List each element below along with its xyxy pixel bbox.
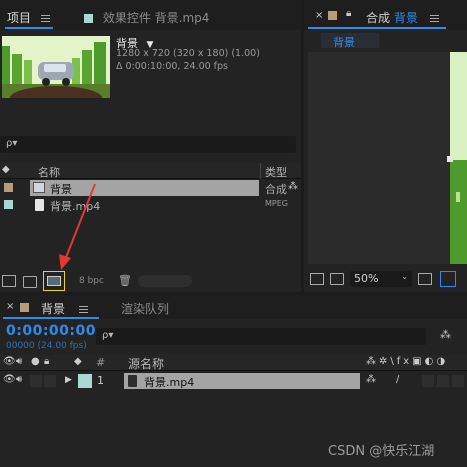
- tab-project-label: 项目: [7, 11, 32, 25]
- tab-composition-underline: [308, 27, 446, 29]
- chevron-down-icon: ⌄: [401, 272, 408, 281]
- tab-timeline[interactable]: 背景: [41, 300, 88, 317]
- expand-arrow-icon[interactable]: ▶: [65, 375, 72, 385]
- new-composition-button-highlight[interactable]: [43, 271, 65, 291]
- comp-bottom-toolbar: 50% ⌄: [304, 266, 467, 292]
- preview-dimensions: 1280 x 720 (320 x 180) (1.00): [116, 48, 260, 59]
- search-icon: ρ▾: [6, 138, 18, 149]
- tab-composition-prefix: 合成: [366, 11, 391, 25]
- close-icon[interactable]: ×: [6, 301, 14, 312]
- audio-icon[interactable]: 🔊︎: [16, 374, 22, 385]
- trash-icon[interactable]: 🗑: [118, 274, 132, 287]
- layer-label-color[interactable]: [78, 374, 92, 388]
- current-timecode[interactable]: 0:00:00:00: [6, 323, 96, 339]
- footage-color-icon: [84, 14, 93, 23]
- viewer-building: [450, 160, 467, 264]
- column-type[interactable]: 类型: [265, 164, 287, 180]
- label-tag-icon[interactable]: ◆: [74, 356, 82, 367]
- new-folder-icon[interactable]: [23, 276, 37, 288]
- lock-icon[interactable]: 🔒︎: [44, 356, 49, 367]
- viewer-building: [456, 192, 460, 202]
- quality-icon[interactable]: /: [396, 374, 399, 385]
- composition-panel: × 🔒︎ 合成 背景 背景 50% ⌄: [304, 0, 467, 292]
- label-color-icon: [4, 200, 13, 209]
- audio-icon[interactable]: 🔊︎: [16, 356, 22, 367]
- project-item-type: 合成: [265, 183, 287, 196]
- project-item-type: MPEG: [265, 199, 288, 208]
- project-scrollbar[interactable]: [138, 275, 192, 287]
- label-color-icon: [4, 183, 13, 192]
- flowchart-icon[interactable]: ⁂: [288, 181, 298, 192]
- solo-icon[interactable]: ●: [31, 356, 40, 367]
- tab-composition[interactable]: 合成 背景: [366, 9, 439, 26]
- column-source-name[interactable]: 源名称: [128, 355, 164, 372]
- layer-name-cell[interactable]: 背景.mp4: [124, 373, 360, 389]
- region-of-interest-icon[interactable]: [440, 271, 456, 287]
- comp-panel-menu-icon[interactable]: [429, 15, 439, 22]
- tab-composition-name: 背景: [393, 11, 418, 25]
- tab-effects-label: 效果控件 背景.mp4: [102, 11, 210, 25]
- tab-render-queue[interactable]: 渲染队列: [121, 300, 169, 317]
- column-name[interactable]: 名称: [38, 164, 60, 180]
- timeline-panel: × 背景 渲染队列 0:00:00:00 00000 (24.00 fps) ρ…: [0, 295, 467, 467]
- thumbnail-image: [2, 36, 110, 98]
- comp-color-icon: [20, 303, 29, 312]
- watermark: CSDN @快乐江湖: [328, 444, 435, 459]
- layer-column-header: 👁︎ 🔊︎ ● 🔒︎ ◆ # 源名称 ⁂✲\fx▣◐◑: [0, 355, 467, 371]
- switch-box[interactable]: [452, 375, 464, 387]
- layer-row[interactable]: 👁︎ 🔊︎ ▶ 1 背景.mp4 ⁂ /: [0, 373, 467, 389]
- project-item-row[interactable]: 背景 合成 ⁂: [0, 180, 301, 196]
- solo-box[interactable]: [30, 375, 42, 387]
- footage-file-icon: [128, 375, 137, 387]
- eye-icon[interactable]: 👁︎: [3, 356, 16, 367]
- switches-icons[interactable]: ⁂✲\fx▣◐◑: [366, 356, 448, 367]
- flowchart-icon[interactable]: ⁂: [440, 328, 451, 341]
- bpc-label[interactable]: 8 bpc: [79, 276, 104, 286]
- comp-color-icon: [328, 11, 337, 20]
- project-panel: 项目 效果控件 背景.mp4 背景 ▼ 1280 x 720 (320 x 18…: [0, 0, 301, 292]
- search-icon: ρ▾: [102, 330, 114, 341]
- tab-timeline-underline: [3, 317, 99, 319]
- project-search-input[interactable]: ρ▾: [0, 136, 296, 153]
- project-item-row[interactable]: 背景.mp4 MPEG: [0, 197, 301, 213]
- lock-box[interactable]: [44, 375, 56, 387]
- tab-effects-controls[interactable]: 效果控件 背景.mp4: [84, 9, 209, 26]
- comp-subtab-label: 背景: [333, 36, 355, 49]
- annotation-arrow: [59, 183, 96, 270]
- composition-icon: [33, 182, 45, 193]
- always-preview-icon[interactable]: [310, 273, 324, 285]
- tab-project-underline: [5, 27, 53, 29]
- anchor-handle[interactable]: [447, 156, 453, 162]
- tab-project[interactable]: 项目: [7, 9, 50, 26]
- column-index: #: [96, 356, 106, 369]
- switch-box[interactable]: [437, 375, 449, 387]
- close-icon[interactable]: ×: [315, 10, 323, 21]
- preview-thumbnail: [2, 36, 110, 98]
- tab-timeline-label: 背景: [41, 302, 66, 316]
- interpret-footage-icon[interactable]: [2, 275, 16, 287]
- comp-subtab[interactable]: 背景: [321, 33, 379, 49]
- layer-index: 1: [97, 374, 104, 387]
- label-tag-icon[interactable]: ◆: [2, 164, 10, 175]
- comp-viewer: [308, 52, 467, 264]
- fit-frame-icon[interactable]: [418, 273, 432, 285]
- timeline-search-input[interactable]: ρ▾: [96, 328, 426, 345]
- preview-duration: Δ 0:00:10:00, 24.00 fps: [116, 61, 229, 72]
- switch-box[interactable]: [422, 375, 434, 387]
- lock-icon[interactable]: 🔒︎: [346, 8, 351, 19]
- shy-icon[interactable]: ⁂: [366, 374, 376, 385]
- eye-icon[interactable]: 👁︎: [3, 374, 16, 385]
- monitor-icon[interactable]: [330, 273, 344, 285]
- column-separator: [260, 163, 261, 179]
- zoom-value: 50%: [354, 272, 379, 285]
- footage-file-icon: [35, 199, 44, 211]
- project-column-header: ◆ 名称 类型: [0, 163, 301, 179]
- frame-info: 00000 (24.00 fps): [6, 341, 87, 351]
- panel-menu-icon[interactable]: [40, 15, 50, 22]
- timeline-menu-icon[interactable]: [78, 306, 88, 313]
- new-composition-icon: [47, 276, 61, 286]
- layer-name: 背景.mp4: [144, 376, 195, 389]
- project-bottom-toolbar: 8 bpc 🗑: [0, 270, 301, 292]
- zoom-select[interactable]: 50% ⌄: [350, 271, 412, 287]
